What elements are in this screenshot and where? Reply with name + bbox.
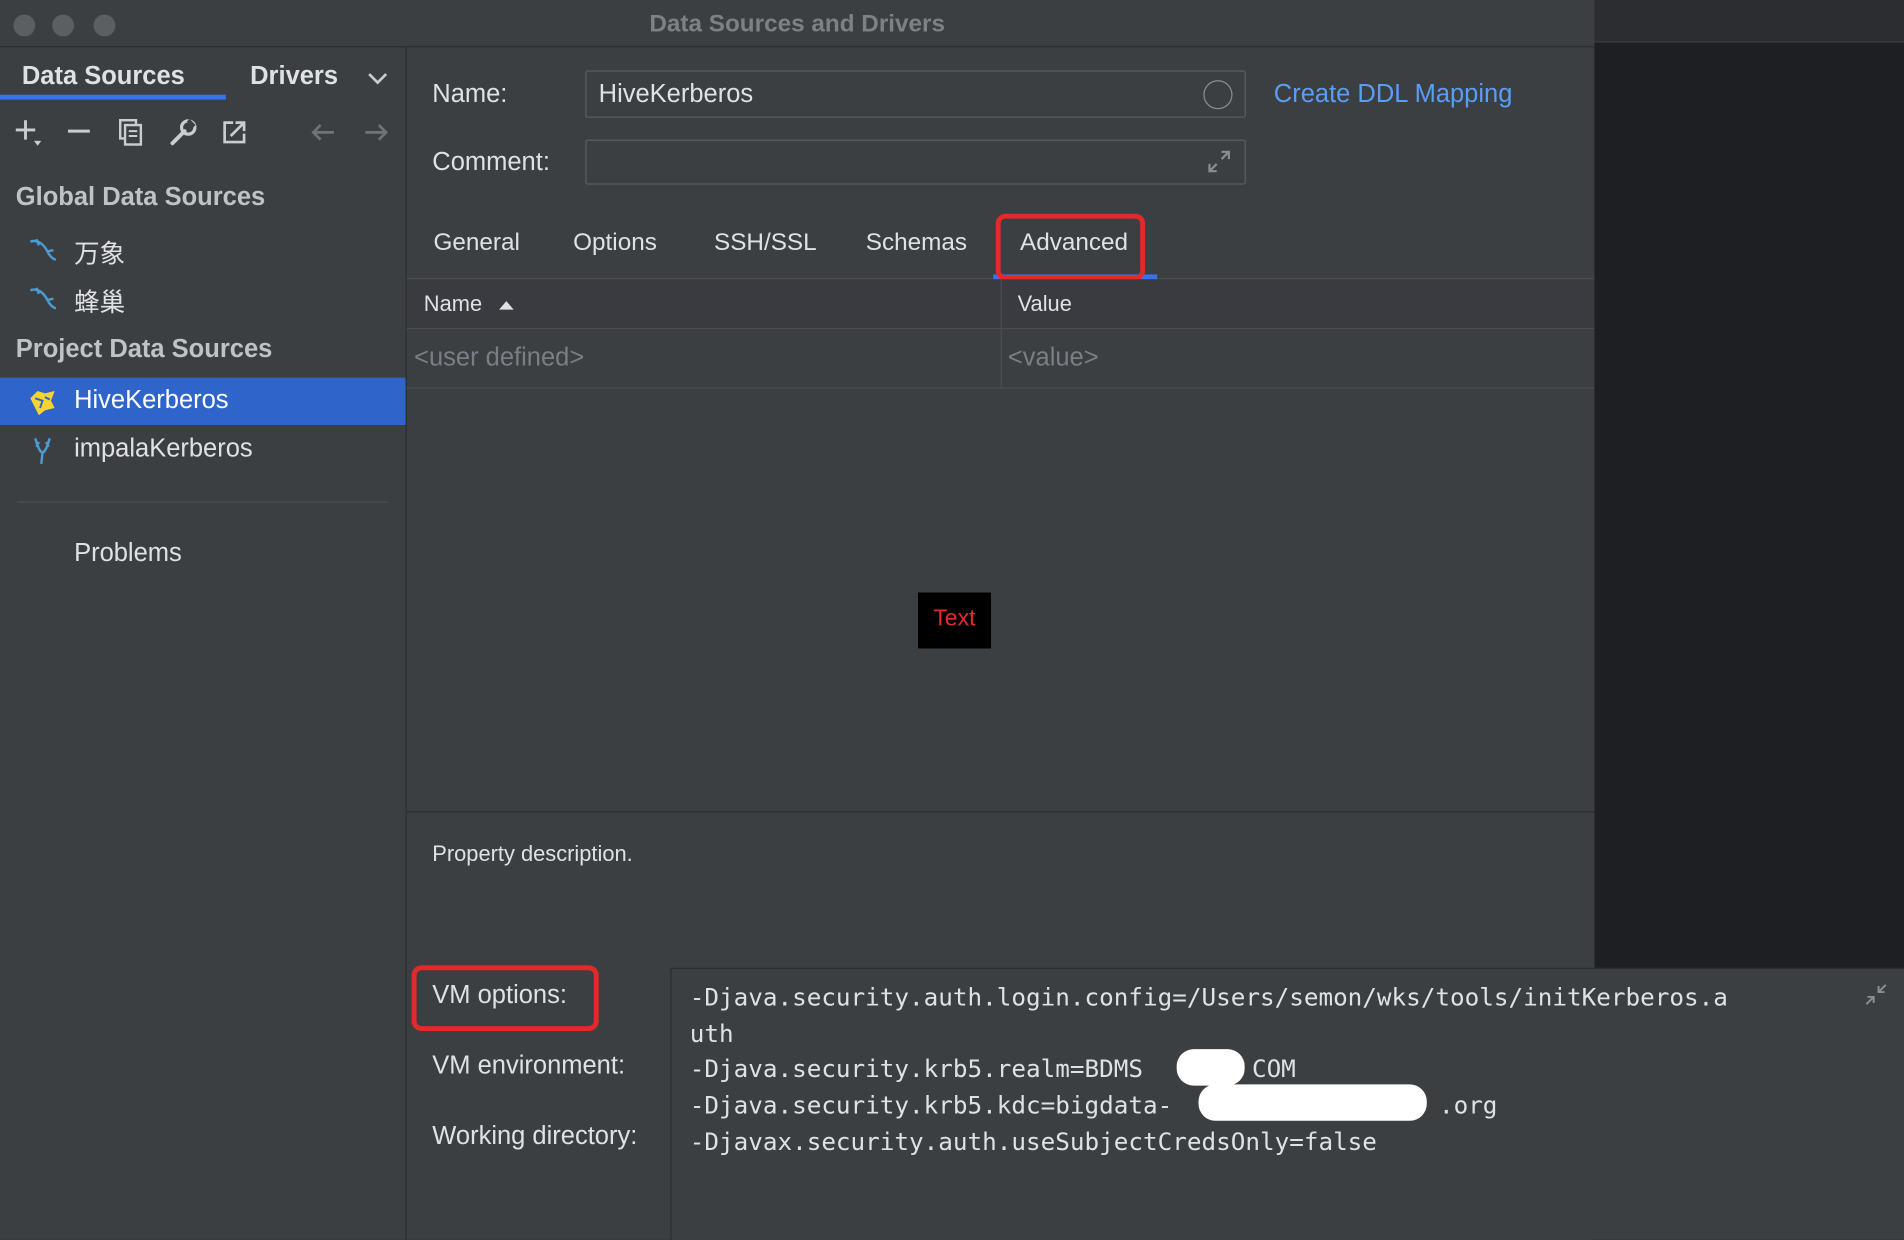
vm-option-line: -Djavax.security.auth.useSubjectCredsOnl… bbox=[689, 1126, 1377, 1157]
vm-option-line: uth bbox=[689, 1018, 734, 1048]
back-arrow-icon[interactable] bbox=[307, 117, 339, 149]
name-field[interactable]: HiveKerberos bbox=[585, 70, 1246, 118]
column-header-value[interactable]: Value bbox=[1018, 291, 1072, 317]
create-ddl-mapping-link[interactable]: Create DDL Mapping bbox=[1274, 80, 1513, 109]
text-annotation-badge: Text bbox=[918, 592, 991, 649]
datasource-item[interactable]: impalaKerberos bbox=[0, 426, 406, 473]
window-title: Data Sources and Drivers bbox=[649, 10, 945, 38]
property-name-placeholder[interactable]: <user defined> bbox=[414, 344, 584, 373]
text-annotation-label: Text bbox=[933, 605, 976, 632]
tab-ssh-ssl[interactable]: SSH/SSL bbox=[714, 230, 817, 258]
impala-icon bbox=[27, 435, 59, 467]
working-directory-label: Working directory: bbox=[432, 1122, 638, 1150]
mysql-icon bbox=[27, 234, 59, 266]
datasource-item-selected[interactable]: HiveKerberos bbox=[0, 377, 406, 426]
copy-icon[interactable] bbox=[115, 117, 147, 149]
title-bar: Data Sources and Drivers bbox=[0, 0, 1595, 48]
forward-arrow-icon[interactable] bbox=[361, 117, 393, 149]
datasource-label: impalaKerberos bbox=[74, 434, 253, 463]
name-label: Name: bbox=[432, 80, 508, 109]
tab-options[interactable]: Options bbox=[573, 230, 657, 258]
property-value-placeholder[interactable]: <value> bbox=[1008, 344, 1099, 373]
column-separator[interactable] bbox=[1000, 279, 1002, 328]
vm-option-line-suffix: .org bbox=[1438, 1090, 1498, 1120]
vm-option-line: -Djava.security.krb5.kdc=bigdata- bbox=[689, 1090, 1173, 1120]
project-sources-heading: Project Data Sources bbox=[15, 335, 273, 364]
highlight-box-advanced bbox=[995, 213, 1146, 281]
tab-general[interactable]: General bbox=[434, 230, 520, 258]
hive-icon bbox=[27, 386, 59, 418]
comment-field[interactable] bbox=[585, 139, 1246, 185]
add-icon[interactable] bbox=[12, 117, 44, 149]
table-row[interactable]: <user defined> <value> bbox=[406, 329, 1595, 389]
divider bbox=[17, 501, 389, 503]
column-separator bbox=[1000, 329, 1002, 388]
table-empty-area bbox=[406, 388, 1595, 813]
problems-item[interactable]: Problems bbox=[74, 539, 182, 568]
redacted-region bbox=[1198, 1084, 1427, 1121]
highlight-box-vm-options bbox=[411, 965, 599, 1031]
collapse-icon[interactable] bbox=[1863, 981, 1890, 1008]
column-header-name[interactable]: Name bbox=[424, 291, 482, 317]
tab-drivers[interactable]: Drivers bbox=[250, 62, 338, 91]
vm-option-line-suffix: COM bbox=[1251, 1054, 1296, 1084]
vm-option-line: -Djava.security.auth.login.config=/Users… bbox=[689, 982, 1728, 1012]
color-picker-icon[interactable] bbox=[1203, 80, 1233, 110]
datasource-label: 万象 bbox=[74, 240, 126, 269]
active-tab-indicator bbox=[0, 94, 226, 100]
datasource-label: 蜂巢 bbox=[74, 289, 126, 317]
wrench-icon[interactable] bbox=[168, 117, 200, 149]
external-link-icon[interactable] bbox=[219, 117, 251, 149]
sort-ascending-icon[interactable] bbox=[497, 296, 516, 311]
global-sources-heading: Global Data Sources bbox=[15, 183, 266, 212]
redacted-region bbox=[1176, 1049, 1245, 1086]
properties-table-header: Name Value bbox=[406, 279, 1595, 330]
vm-option-line: -Djava.security.krb5.realm=BDMS bbox=[689, 1054, 1143, 1084]
editor-tabbar bbox=[1594, 0, 1904, 43]
remove-icon[interactable] bbox=[63, 117, 95, 149]
comment-label: Comment: bbox=[432, 148, 550, 177]
mysql-icon bbox=[27, 283, 59, 315]
tab-schemas[interactable]: Schemas bbox=[866, 230, 967, 258]
property-description: Property description. bbox=[432, 841, 633, 866]
name-value: HiveKerberos bbox=[598, 80, 754, 109]
vm-environment-label: VM environment: bbox=[432, 1051, 626, 1080]
chevron-down-icon[interactable] bbox=[364, 64, 391, 91]
expand-icon[interactable] bbox=[1206, 148, 1233, 175]
datasource-item[interactable]: 万象 bbox=[0, 226, 406, 273]
datasource-item[interactable]: 蜂巢 bbox=[0, 274, 406, 321]
datasource-label: HiveKerberos bbox=[74, 386, 229, 415]
tab-data-sources[interactable]: Data Sources bbox=[22, 62, 185, 91]
